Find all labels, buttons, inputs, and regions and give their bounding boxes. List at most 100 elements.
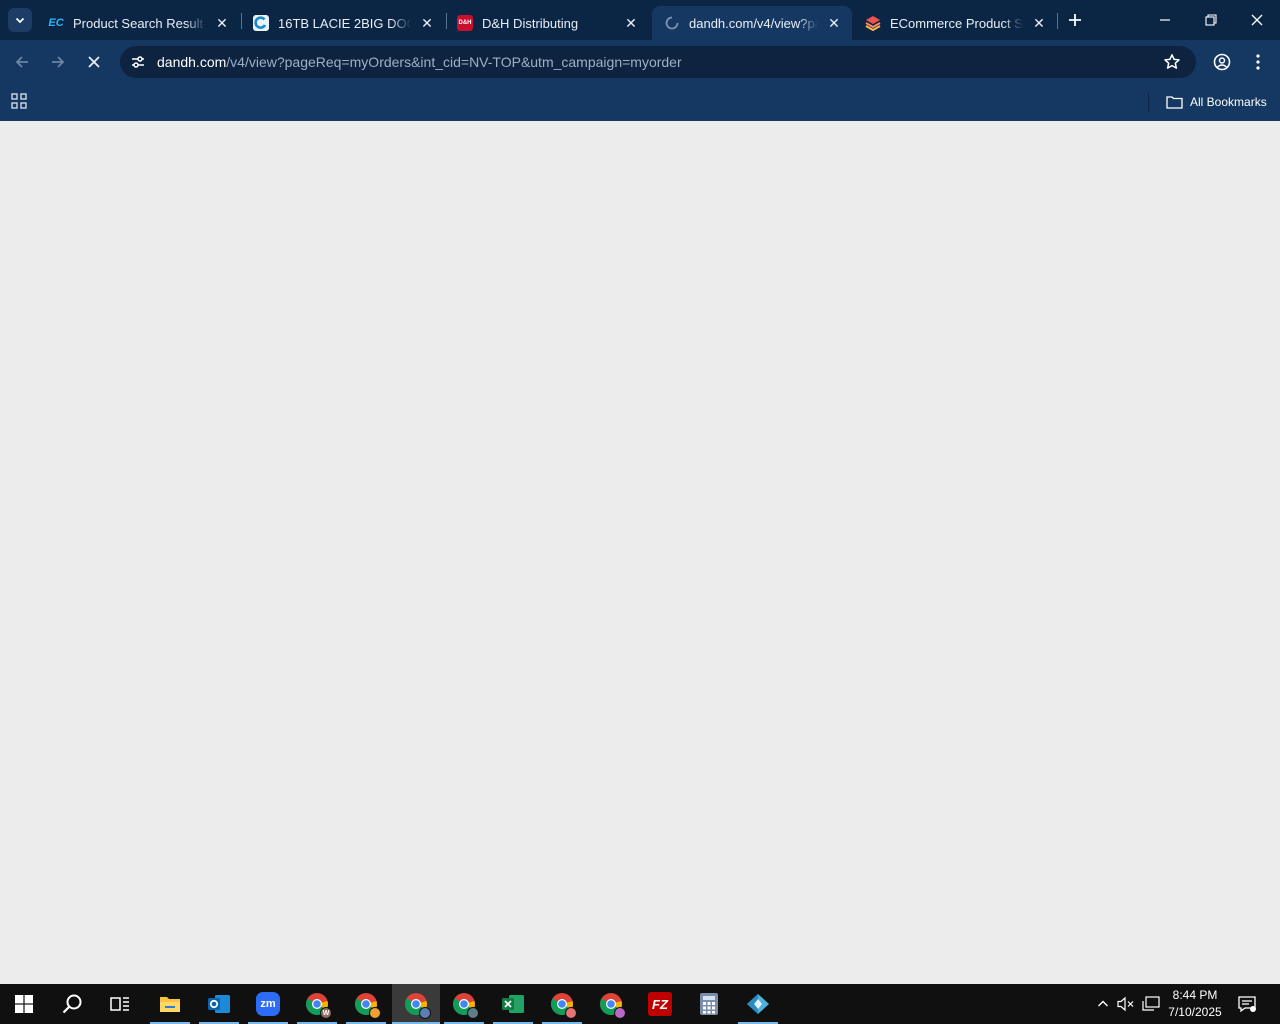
all-bookmarks-button[interactable]: All Bookmarks (1166, 91, 1267, 113)
browser-toolbar: dandh.com/v4/view?pageReq=myOrders&int_c… (0, 40, 1280, 84)
tab-strip: EC Product Search Result- EC ✕ 16TB LACI… (0, 0, 1280, 40)
restore-button[interactable] (1188, 0, 1234, 40)
chrome-app-profile-3[interactable] (392, 984, 440, 1024)
profile-button[interactable] (1210, 50, 1234, 74)
filezilla-icon: FZ (648, 992, 672, 1016)
site-info-button[interactable] (126, 50, 150, 74)
arrow-right-icon (52, 56, 65, 68)
bookmarks-bar: All Bookmarks (0, 84, 1280, 121)
diamond-icon (747, 994, 769, 1014)
outlook-icon (208, 995, 230, 1013)
ecom-logo-icon (865, 15, 881, 31)
folder-icon (1166, 96, 1183, 109)
diamond-app[interactable] (738, 984, 778, 1024)
forward-button[interactable] (46, 50, 70, 74)
chrome-app-profile-2[interactable] (346, 984, 386, 1024)
chrome-app-profile-4[interactable] (444, 984, 484, 1024)
notifications-button[interactable] (1234, 984, 1260, 1024)
chrome-app-profile-6[interactable] (591, 984, 631, 1024)
close-window-button[interactable] (1234, 0, 1280, 40)
account-circle-icon (1213, 53, 1231, 71)
zoom-icon: zm (256, 992, 280, 1016)
address-bar[interactable]: dandh.com/v4/view?pageReq=myOrders&int_c… (120, 46, 1196, 78)
close-icon (88, 56, 100, 68)
url-path: /v4/view?pageReq=myOrders&int_cid=NV-TOP… (226, 54, 682, 70)
clock-time: 8:44 PM (1172, 988, 1218, 1002)
ec-logo-icon: EC (48, 17, 64, 29)
chevron-down-icon (15, 17, 25, 24)
zoom-app[interactable]: zm (248, 984, 288, 1024)
url-text: dandh.com/v4/view?pageReq=myOrders&int_c… (157, 54, 682, 70)
dandh-logo-icon: D&H (457, 15, 473, 31)
profile-badge: W (320, 1007, 332, 1019)
close-icon (1251, 14, 1263, 26)
back-button[interactable] (10, 50, 34, 74)
file-explorer-app[interactable] (150, 984, 190, 1024)
stop-loading-button[interactable] (82, 50, 106, 74)
page-content-area (0, 121, 1280, 984)
tab-dandh-my-orders[interactable]: dandh.com/v4/view?pageReq=myOrders ✕ (652, 6, 852, 40)
show-hidden-icons-button[interactable] (1092, 984, 1114, 1024)
more-vertical-icon (1256, 54, 1260, 70)
tune-icon (132, 56, 144, 68)
new-tab-button[interactable] (1064, 9, 1086, 31)
minimize-icon (1160, 19, 1170, 21)
minimize-button[interactable] (1142, 0, 1188, 40)
calculator-icon (700, 993, 718, 1015)
arrow-left-icon (15, 56, 28, 68)
folder-icon (160, 997, 180, 1012)
volume-button[interactable] (1114, 984, 1138, 1024)
close-icon[interactable]: ✕ (417, 13, 437, 33)
apps-button[interactable] (10, 92, 30, 112)
profile-badge (419, 1007, 431, 1019)
tab-title: 16TB LACIE 2BIG DOCK V (278, 15, 411, 31)
close-icon[interactable]: ✕ (824, 13, 844, 33)
tab-ecommerce-product-search[interactable]: ECommerce Product Search ✕ (853, 6, 1057, 40)
close-icon[interactable]: ✕ (212, 13, 232, 33)
chrome-app-profile-w[interactable]: W (297, 984, 337, 1024)
store-logo-icon (253, 15, 269, 31)
excel-app[interactable] (493, 984, 533, 1024)
chrome-app-profile-5[interactable] (542, 984, 582, 1024)
windows-logo-icon (15, 995, 33, 1013)
profile-badge (614, 1007, 626, 1019)
close-icon[interactable]: ✕ (1029, 13, 1049, 33)
tab-title: ECommerce Product Search (890, 15, 1023, 31)
profile-badge (369, 1007, 381, 1019)
chevron-up-icon (1098, 1000, 1108, 1007)
apps-grid-icon (11, 93, 27, 109)
start-button[interactable] (4, 984, 44, 1024)
task-view-icon (110, 997, 129, 1011)
all-bookmarks-label: All Bookmarks (1190, 95, 1267, 109)
bookmarks-separator (1148, 92, 1149, 112)
bookmark-star-button[interactable] (1160, 50, 1184, 74)
tab-search-button[interactable] (8, 8, 32, 32)
plus-icon (1069, 14, 1081, 26)
task-view-button[interactable] (100, 984, 140, 1024)
star-icon (1164, 54, 1180, 69)
close-icon[interactable]: ✕ (621, 13, 641, 33)
outlook-app[interactable] (199, 984, 239, 1024)
tab-title: Product Search Result- EC (73, 15, 206, 31)
tab-title: D&H Distributing (482, 15, 579, 31)
network-icon (1142, 996, 1160, 1011)
filezilla-app[interactable]: FZ (640, 984, 680, 1024)
search-icon (62, 994, 82, 1014)
tab-dandh-distributing[interactable]: D&H D&H Distributing ✕ (445, 6, 649, 40)
tab-product-search-result[interactable]: EC Product Search Result- EC ✕ (36, 6, 240, 40)
search-button[interactable] (52, 984, 92, 1024)
profile-badge (467, 1007, 479, 1019)
system-clock[interactable]: 8:44 PM 7/10/2025 (1160, 987, 1230, 1021)
menu-button[interactable] (1246, 50, 1270, 74)
url-host: dandh.com (157, 54, 227, 70)
clock-date: 7/10/2025 (1168, 1005, 1222, 1019)
notification-icon (1238, 996, 1256, 1013)
profile-badge (565, 1007, 577, 1019)
tab-lacie-dock[interactable]: 16TB LACIE 2BIG DOCK V ✕ (241, 6, 445, 40)
volume-muted-icon (1117, 996, 1134, 1012)
tab-separator (1057, 13, 1058, 29)
restore-icon (1205, 14, 1217, 26)
calculator-app[interactable] (689, 984, 729, 1024)
tab-title: dandh.com/v4/view?pageReq=myOrders (689, 15, 818, 31)
windows-taskbar: zm W FZ 8:44 PM 7/10/2025 (0, 984, 1280, 1024)
